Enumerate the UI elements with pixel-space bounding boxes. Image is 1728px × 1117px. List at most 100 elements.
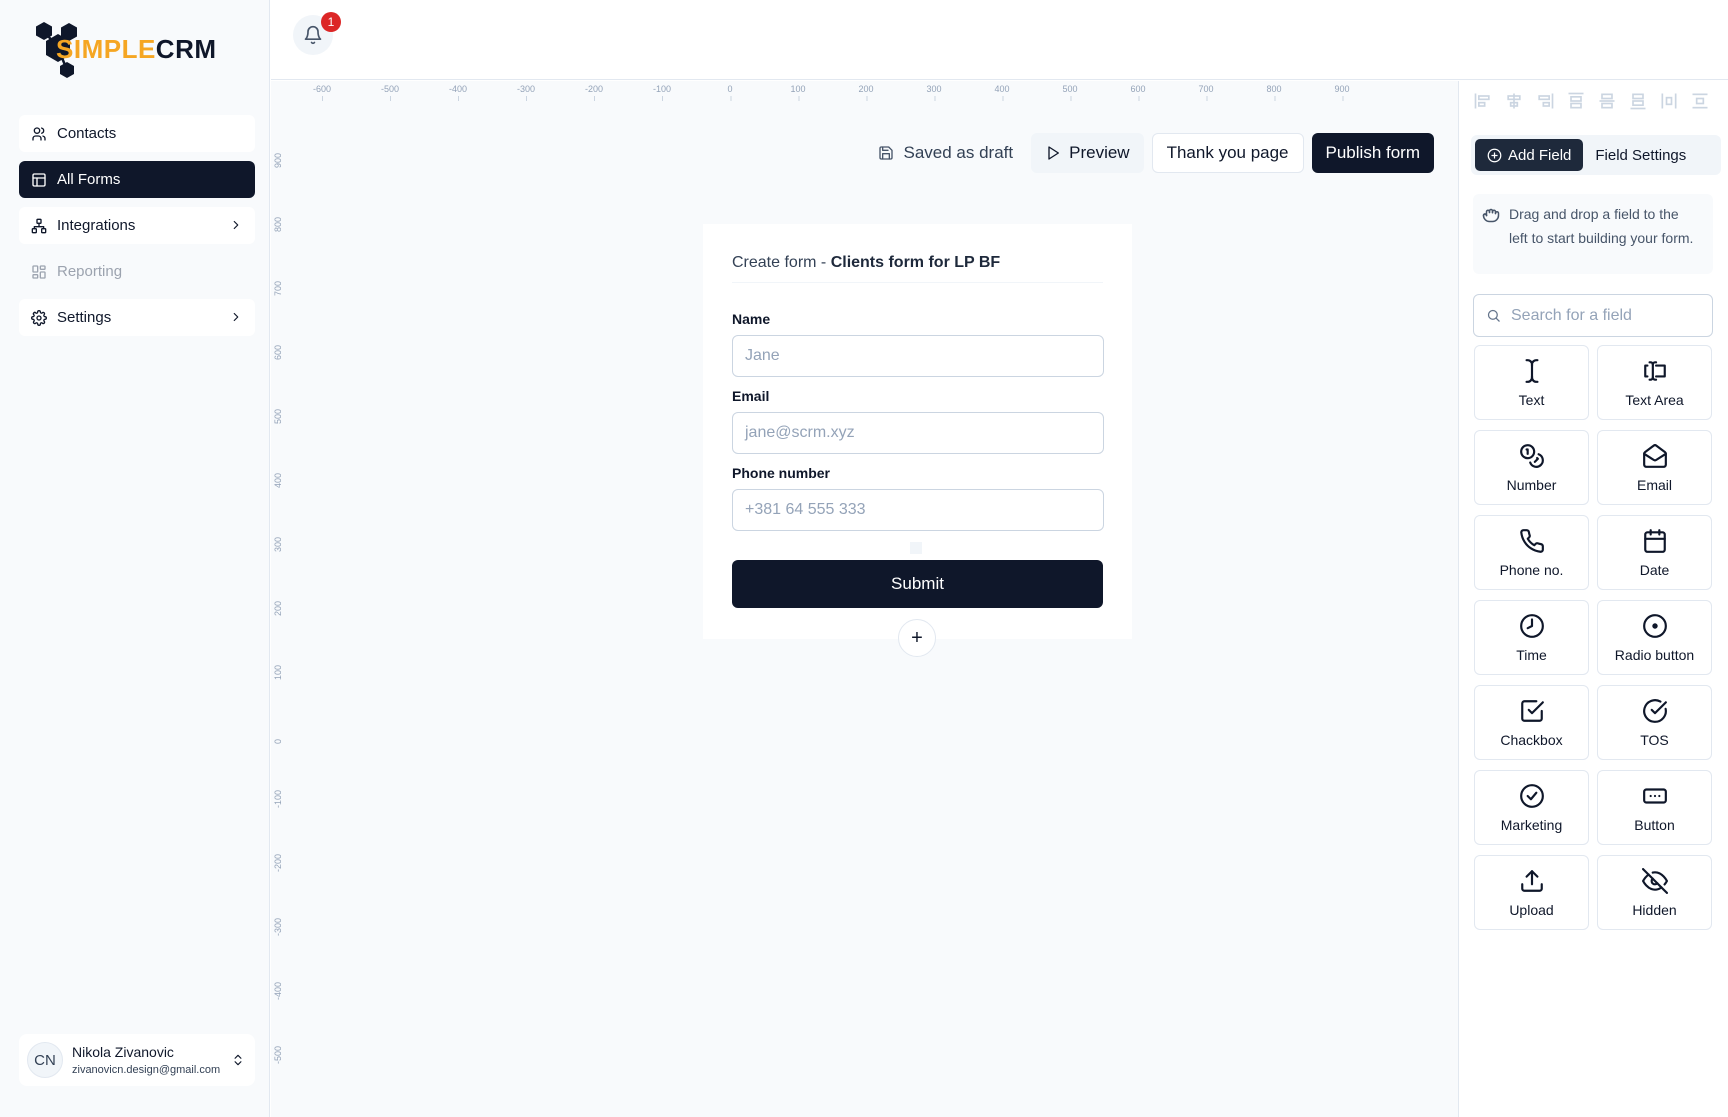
field-type-upload[interactable]: Upload [1474,855,1589,930]
field-search-input[interactable]: Search for a field [1473,294,1713,337]
network-icon [31,218,47,233]
ruler-tick-label: -500 [273,1045,283,1064]
main-nav: Contacts All Forms Integrations Reportin… [19,115,255,345]
field-type-text[interactable]: Text [1474,345,1589,420]
topbar: 1 [271,0,1728,80]
field-type-date[interactable]: Date [1597,515,1712,590]
email-field[interactable]: jane@scrm.xyz [732,412,1104,454]
ruler-tick-label: 900 [273,152,283,168]
phone-field-label: Phone number [732,465,831,481]
drop-handle[interactable] [910,542,922,554]
form-canvas[interactable]: -600 -500 -400 -300 -200 -100 0 100 200 300 400 500… [271,81,1458,1117]
ruler-tick-label: 700 [273,280,283,296]
field-type-time[interactable]: Time [1474,600,1589,675]
align-center-h-icon[interactable] [1504,91,1524,111]
ruler-tick-label: 100 [790,84,806,101]
bell-icon [304,25,322,45]
clock-icon [1519,613,1544,638]
ruler-tick-label: 600 [273,344,283,360]
ruler-tick-label: 100 [273,664,283,680]
phone-icon [1519,528,1544,553]
ruler-tick-label: 200 [273,600,283,616]
sidebar-item-settings[interactable]: Settings [19,299,255,336]
field-type-label: Upload [1509,901,1554,918]
logo[interactable]: SIMPLECRM [36,20,216,80]
align-right-icon[interactable] [1535,91,1555,111]
mail-icon [1642,443,1667,468]
preview-button[interactable]: Preview [1031,133,1144,173]
gear-icon [31,309,47,326]
ruler-tick-label: 400 [273,472,283,488]
field-type-phone[interactable]: Phone no. [1474,515,1589,590]
publish-form-button[interactable]: Publish form [1311,133,1434,173]
tab-add-field[interactable]: Add Field [1475,139,1584,171]
ruler-tick-label: -300 [273,917,283,936]
field-type-number[interactable]: Number [1474,430,1589,505]
field-type-grid: Text Text Area Number Email Phone no. Da… [1474,345,1724,930]
user-menu[interactable]: CN Nikola Zivanovic zivanovicn.design@gm… [19,1034,255,1086]
align-left-icon[interactable] [1473,91,1493,111]
ruler-tick-label: -400 [448,84,468,101]
form-title: Create form - Clients form for LP BF [732,254,1103,283]
ruler-tick-label: 500 [1062,84,1078,101]
field-type-hidden[interactable]: Hidden [1597,855,1712,930]
sidebar-item-integrations[interactable]: Integrations [19,207,255,244]
ruler-tick-label: -600 [312,84,332,101]
sidebar-item-reporting[interactable]: Reporting [19,253,255,290]
ruler-tick-label: 800 [1266,84,1282,101]
field-type-label: Hidden [1632,901,1677,918]
distribute-h-icon[interactable] [1659,91,1679,111]
field-panel: Add Field Field Settings Drag and drop a… [1458,81,1728,1117]
calendar-icon [1643,528,1666,553]
horizontal-ruler: -600 -500 -400 -300 -200 -100 0 100 200 300 400 500… [293,81,1458,101]
sidebar-item-all-forms[interactable]: All Forms [19,161,255,198]
field-type-label: Radio button [1614,646,1695,663]
field-type-tos[interactable]: TOS [1597,685,1712,760]
field-type-email[interactable]: Email [1597,430,1712,505]
field-type-label: Phone no. [1499,561,1564,578]
user-info: Nikola Zivanovic zivanovicn.design@gmail… [72,1044,220,1076]
ruler-tick-label: -200 [584,84,604,101]
align-center-v-icon[interactable] [1597,91,1617,111]
field-type-checkbox[interactable]: Chackbox [1474,685,1589,760]
chevrons-up-down-icon [234,1054,242,1066]
distribute-v-icon[interactable] [1690,91,1710,111]
field-type-label: Text [1518,391,1545,408]
name-field[interactable]: Jane [732,335,1104,377]
users-icon [32,126,46,141]
add-field-button[interactable]: + [898,619,936,657]
ruler-tick-label: -400 [273,981,283,1000]
submit-button[interactable]: Submit [732,560,1103,608]
form-card[interactable]: Create form - Clients form for LP BF Nam… [703,224,1132,639]
saved-status-label: Saved as draft [903,143,1014,162]
ruler-tick-label: -500 [380,84,400,101]
ruler-tick-label: 700 [1198,84,1214,101]
sidebar-item-contacts[interactable]: Contacts [19,115,255,152]
text-cursor-icon [1525,358,1538,383]
logo-crm: CRM [155,34,217,64]
field-type-label: Email [1636,476,1672,493]
text-area-icon [1643,360,1666,381]
field-type-marketing[interactable]: Marketing [1474,770,1589,845]
tab-add-field-label: Add Field [1508,146,1572,164]
thank-you-page-button[interactable]: Thank you page [1151,133,1304,173]
form-title-prefix: Create form - [732,254,831,271]
align-bottom-icon[interactable] [1628,91,1648,111]
field-type-label: Text Area [1625,391,1684,408]
field-type-text-area[interactable]: Text Area [1597,345,1712,420]
avatar: CN [27,1042,63,1078]
field-type-radio[interactable]: Radio button [1597,600,1712,675]
form-title-name: Clients form for LP BF [830,254,1001,271]
phone-field[interactable]: +381 64 555 333 [732,489,1104,531]
ruler-tick-label: 0 [727,84,733,101]
tab-field-settings[interactable]: Field Settings [1583,139,1698,171]
upload-icon [1520,869,1543,892]
ruler-tick-label: -300 [516,84,536,101]
align-top-icon[interactable] [1566,91,1586,111]
ruler-tick-label: -100 [652,84,672,101]
user-name: Nikola Zivanovic [72,1044,174,1060]
ruler-tick-label: 900 [1334,84,1350,101]
field-type-button[interactable]: Button [1597,770,1712,845]
saved-status: Saved as draft [868,133,1024,173]
grid-icon [32,264,46,279]
